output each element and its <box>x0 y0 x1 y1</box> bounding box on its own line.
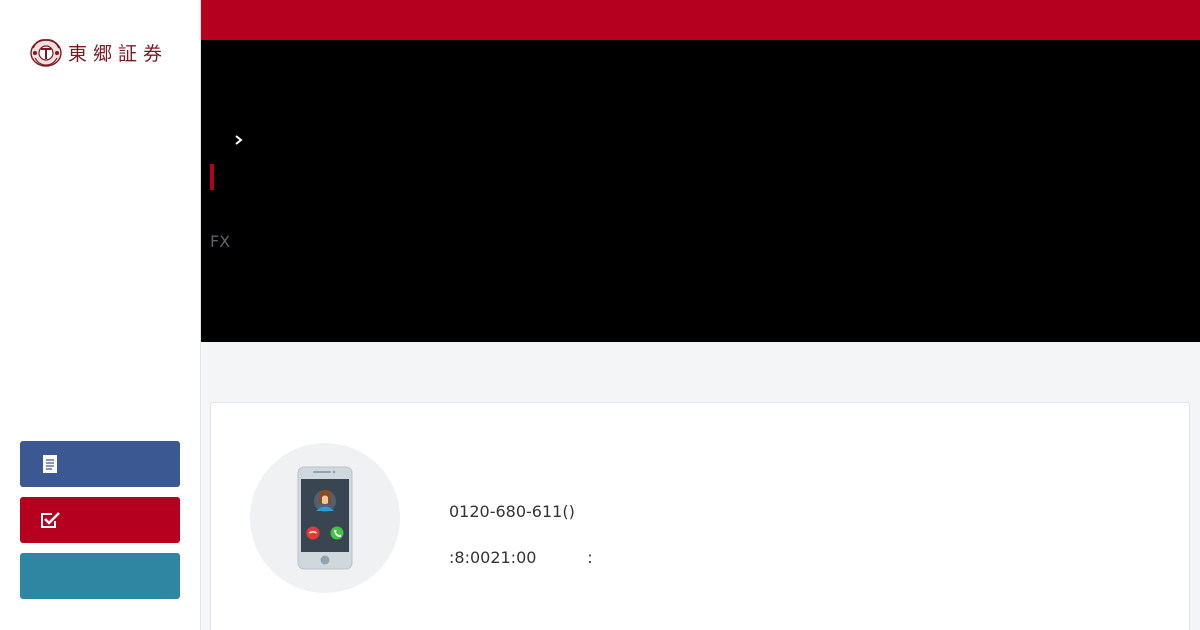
hero-banner: FX <box>201 40 1200 342</box>
phone-number: 0120-680-611() <box>449 502 575 521</box>
crest-icon <box>30 39 62 67</box>
brand-name: 東郷証券 <box>68 42 169 65</box>
smartphone-icon <box>297 466 353 570</box>
contact-card: 0120-680-611() :8:0021:00 : <box>210 402 1190 630</box>
fx-label: FX <box>210 232 231 251</box>
documents-button[interactable] <box>20 441 180 487</box>
teal-button[interactable] <box>20 553 180 599</box>
sidebar: 東郷証券 <box>0 0 201 630</box>
top-bar <box>201 0 1200 40</box>
hero-accent-bar <box>210 164 214 190</box>
arrow-bullet-icon <box>235 135 243 145</box>
brand-logo[interactable]: 東郷証券 <box>29 36 168 68</box>
checkbox-icon <box>41 512 60 528</box>
document-icon <box>43 455 57 473</box>
checklist-button[interactable] <box>20 497 180 543</box>
phone-illustration <box>250 443 400 593</box>
business-hours: :8:0021:00 : <box>449 548 593 567</box>
